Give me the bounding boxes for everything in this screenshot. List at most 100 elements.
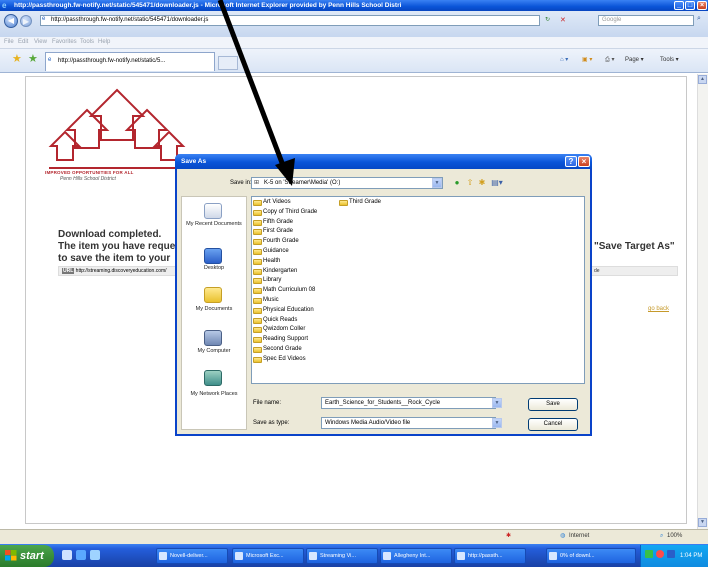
tab-page-icon: e [48,57,52,63]
folder-name: Quick Reads [263,316,298,323]
zoom-level[interactable]: 100% [667,531,682,542]
stop-icon[interactable]: ✕ [560,16,566,24]
download-message-line2: to save the item to your [58,253,171,264]
new-folder-icon[interactable]: ✱ [477,177,487,188]
taskbar-task[interactable]: Allegheny Int... [380,548,452,564]
folder-name: Art Videos [263,199,291,205]
dialog-close-button[interactable]: × [578,156,590,167]
taskbar-task[interactable]: Microsoft Exc... [232,548,304,564]
place-my-documents[interactable]: My Documents [183,306,245,313]
folder-item[interactable]: Health [253,257,280,266]
status-bar [0,529,708,544]
folder-item[interactable]: Fifth Grade [253,218,293,227]
folder-item[interactable]: Fourth Grade [253,237,299,246]
windows-flag-icon [5,550,17,561]
folder-item[interactable]: Math Curriculum 08 [253,286,315,295]
refresh-icon[interactable]: ↻ [545,16,550,23]
place-my-network-places[interactable]: My Network Places [183,391,245,398]
place-desktop[interactable]: Desktop [183,265,245,272]
tab-active[interactable]: http://passthrough.fw-notify.net/static/… [45,52,215,71]
folder-item[interactable]: Art Videos [253,198,291,207]
folder-item[interactable]: Third Grade [339,198,381,207]
folder-item[interactable]: Copy of Third Grade [253,208,317,217]
page-menu[interactable]: Page ▾ [625,54,644,66]
tools-menu[interactable]: Tools ▾ [660,54,679,66]
scroll-up-arrow[interactable]: ▲ [698,75,707,84]
folder-item[interactable]: Spec Ed Videos [253,355,306,364]
save-target-as-text: "Save Target As" [594,241,675,252]
folder-icon [253,268,262,275]
search-icon[interactable]: ⌕ [697,15,701,23]
taskbar-task[interactable]: Streaming Vi... [306,548,378,564]
logo-tagline: IMPROVED OPPORTUNITIES FOR ALL [45,170,134,175]
menu-edit[interactable]: Edit [18,39,28,45]
quicklaunch-ie-icon[interactable] [76,550,86,560]
print-icon[interactable]: ⎙ ▾ [605,54,614,66]
go-back-link[interactable]: go back [648,306,669,312]
close-window-button[interactable]: × [697,1,707,10]
menu-file[interactable]: File [4,39,14,45]
quicklaunch-desktop-icon[interactable] [62,550,72,560]
save-as-type-select[interactable]: Windows Media Audio/Video file [321,417,496,429]
taskbar-task[interactable]: http://passth... [454,548,526,564]
menu-favorites[interactable]: Favorites [52,39,77,45]
minimize-button[interactable]: _ [674,1,684,10]
folder-item[interactable]: First Grade [253,227,293,236]
dialog-help-button[interactable]: ? [565,156,577,167]
folder-item[interactable]: Music [253,296,279,305]
file-name-input[interactable]: Earth_Science_for_Students__Rock_Cycle [321,397,496,409]
my-computer-icon[interactable] [204,330,222,346]
add-favorites-icon[interactable]: ★ [28,53,40,65]
save-in-select[interactable]: K-5 on 'Streamer\Media' (O:) [251,177,443,189]
download-url-tail: de [594,268,600,274]
tray-volume-icon[interactable] [667,550,675,558]
address-input[interactable]: http://passthrough.fw-notify.net/static/… [40,15,540,26]
home-icon[interactable]: ⌂ ▾ [560,54,568,66]
vertical-scrollbar[interactable] [697,74,708,529]
menu-view[interactable]: View [34,39,47,45]
new-tab-button[interactable] [218,56,238,70]
folder-item[interactable]: Reading Support [253,335,308,344]
taskbar-task[interactable]: 0% of downl... [546,548,636,564]
quicklaunch-media-icon[interactable] [90,550,100,560]
back-button[interactable]: ◀ [4,14,18,28]
taskbar-task[interactable]: Novell-deliver... [156,548,228,564]
maximize-button[interactable]: □ [685,1,695,10]
save-button[interactable]: Save [528,398,578,411]
menu-tools[interactable]: Tools [80,39,94,45]
taskbar-clock: 1:04 PM [680,553,703,559]
views-menu-icon[interactable]: ▤▾ [490,177,504,188]
file-name-dropdown-arrow[interactable]: ▼ [492,398,502,408]
scroll-down-arrow[interactable]: ▼ [698,518,707,527]
cancel-button[interactable]: Cancel [528,418,578,431]
folder-item[interactable]: Library [253,276,282,285]
tray-security-icon[interactable] [656,550,664,558]
folder-item[interactable]: Quick Reads [253,316,298,325]
folder-item[interactable]: Qwizdom Coller [253,325,305,334]
folder-item[interactable]: Guidance [253,247,289,256]
folder-name: Spec Ed Videos [263,355,306,362]
folder-item[interactable]: Kindergarten [253,267,298,276]
search-input[interactable]: Google [598,15,694,26]
my-documents-icon[interactable] [204,287,222,303]
back-folder-icon[interactable]: ● [452,177,462,188]
folder-name: Library [263,277,282,284]
up-folder-icon[interactable]: ⇧ [465,177,475,188]
folder-item[interactable]: Second Grade [253,345,302,354]
status-security-icon: ✱ [506,533,512,539]
favorites-star-icon[interactable]: ★ [12,53,24,65]
desktop-icon[interactable] [204,248,222,264]
forward-button[interactable]: ▶ [20,15,32,27]
tray-network-icon[interactable] [645,550,653,558]
folder-name: Kindergarten [263,267,298,274]
folder-icon [253,288,262,295]
feeds-icon[interactable]: ▣ ▾ [582,54,592,66]
place-my-computer[interactable]: My Computer [183,348,245,355]
place-my-recent-documents[interactable]: My Recent Documents [183,221,245,228]
network-places-icon[interactable] [204,370,222,386]
save-as-type-dropdown-arrow[interactable]: ▼ [492,418,502,428]
recent-documents-icon[interactable] [204,203,222,219]
menu-help[interactable]: Help [98,39,110,45]
folder-item[interactable]: Physical Education [253,306,314,315]
save-in-dropdown-arrow[interactable]: ▼ [432,178,442,188]
